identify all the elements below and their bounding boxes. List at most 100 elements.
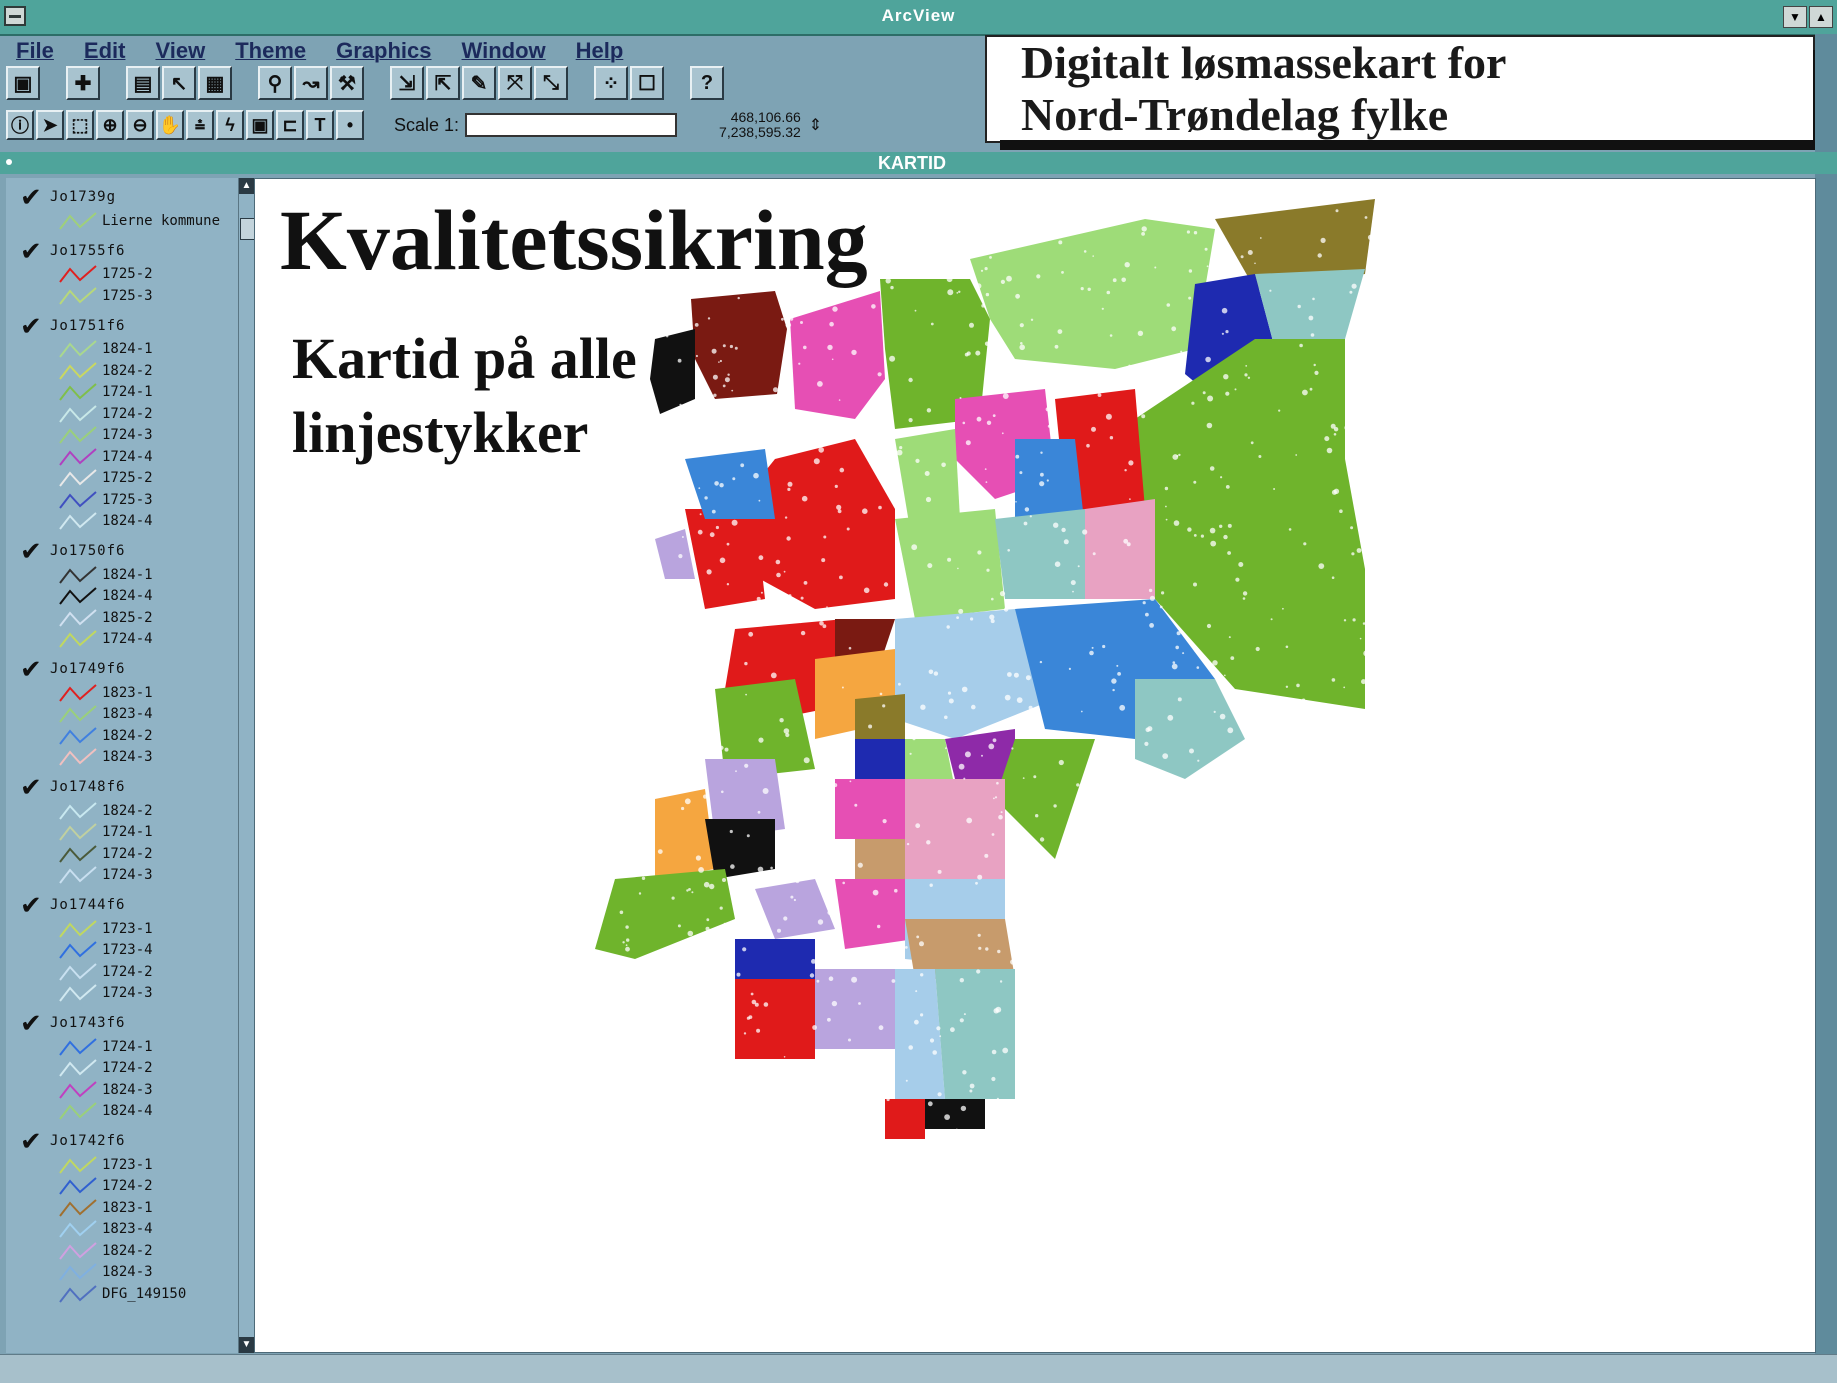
scroll-down-icon[interactable]: ▼: [239, 1337, 254, 1353]
maximize-icon[interactable]: ▲: [1809, 6, 1833, 28]
legend-label: 1724-3: [102, 427, 153, 444]
edit-legend-icon[interactable]: ↖: [162, 66, 196, 100]
line-symbol-icon: [59, 630, 97, 648]
legend-label: 1724-1: [102, 1038, 153, 1055]
theme-entry[interactable]: ✔ Jo1744f6 1723-1 1723-4 1724-2 1724-3: [6, 892, 238, 1004]
pointer-icon[interactable]: ➤: [36, 110, 64, 140]
theme-visibility-checkbox[interactable]: ✔: [20, 656, 48, 682]
line-symbol-icon: [59, 608, 97, 627]
scale-input[interactable]: [465, 113, 678, 137]
theme-entry[interactable]: ✔ Jo1749f6 1823-1 1823-4 1824-2 1824-3: [6, 656, 238, 768]
legend-entry: DFG_149150: [6, 1283, 238, 1305]
line-symbol-icon: [59, 705, 97, 723]
theme-visibility-checkbox[interactable]: ✔: [20, 1010, 48, 1036]
clear-selection-icon[interactable]: ☐: [630, 66, 664, 100]
status-bar: [0, 1354, 1837, 1383]
theme-visibility-checkbox[interactable]: ✔: [20, 538, 48, 564]
theme-entry[interactable]: ✔ Jo1742f6 1723-1 1724-2 1823-1 1823-4 1824-2 1…: [6, 1128, 238, 1305]
coordinate-units-icon[interactable]: ⇕: [809, 115, 822, 135]
menu-window[interactable]: Window: [446, 36, 560, 66]
theme-visibility-checkbox[interactable]: ✔: [20, 892, 48, 918]
menu-help[interactable]: Help: [560, 36, 638, 66]
line-symbol-icon: [59, 1059, 97, 1077]
menu-file[interactable]: File: [0, 36, 68, 66]
theme-header[interactable]: ✔ Jo1749f6: [6, 656, 238, 682]
theme-header[interactable]: ✔ Jo1755f6: [6, 238, 238, 264]
theme-visibility-checkbox[interactable]: ✔: [20, 1128, 48, 1154]
theme-header[interactable]: ✔ Jo1742f6: [6, 1128, 238, 1154]
zoom-out-icon[interactable]: ⤡: [534, 66, 568, 100]
line-symbol-icon: [59, 383, 97, 401]
menu-view[interactable]: View: [139, 36, 219, 66]
line-symbol-icon: [59, 1080, 97, 1099]
label-tool-icon[interactable]: ⊏: [276, 110, 304, 140]
scroll-thumb[interactable]: [240, 218, 255, 240]
measure-icon[interactable]: ⩮: [186, 110, 214, 140]
view-menu-icon[interactable]: [6, 159, 12, 165]
zoom-to-active-themes-icon[interactable]: ⇱: [426, 66, 460, 100]
theme-entry[interactable]: ✔ Jo1750f6 1824-1 1824-4 1825-2 1724-4: [6, 538, 238, 650]
add-theme-icon[interactable]: ✚: [66, 66, 100, 100]
theme-header[interactable]: ✔ Jo1751f6: [6, 313, 238, 339]
legend-label: 1724-4: [102, 631, 153, 648]
minimize-icon[interactable]: ▼: [1783, 6, 1807, 28]
coord-x: 468,106.66: [730, 109, 801, 125]
legend-entry: 1824-2: [6, 800, 238, 822]
theme-header[interactable]: ✔ Jo1743f6: [6, 1010, 238, 1036]
help-icon[interactable]: ?: [690, 66, 724, 100]
theme-header[interactable]: ✔ Jo1744f6: [6, 892, 238, 918]
line-symbol-icon: [59, 340, 97, 358]
map-zone-pink: [835, 879, 915, 949]
map-zone-rose: [1085, 499, 1155, 599]
theme-name: Jo1749f6: [50, 661, 126, 677]
theme-properties-icon[interactable]: ▤: [126, 66, 160, 100]
zoom-in-icon[interactable]: ⤧: [498, 66, 532, 100]
line-symbol-icon: [59, 984, 97, 1002]
theme-header[interactable]: ✔ Jo1750f6: [6, 538, 238, 564]
theme-entry[interactable]: ✔ Jo1755f6 1725-2 1725-3: [6, 238, 238, 307]
theme-visibility-checkbox[interactable]: ✔: [20, 238, 48, 264]
zoom-out-tool-icon[interactable]: ⊖: [126, 110, 154, 140]
map-zone-pink: [790, 291, 885, 419]
theme-entry[interactable]: ✔ Jo1743f6 1724-1 1724-2 1824-3 1824-4: [6, 1010, 238, 1122]
save-icon[interactable]: ▣: [6, 66, 40, 100]
line-symbol-icon: [59, 1102, 97, 1120]
window-controls: ▼ ▲: [1783, 6, 1833, 28]
zoom-to-full-extent-icon[interactable]: ⇲: [390, 66, 424, 100]
map-zone-black: [925, 1099, 985, 1129]
zoom-in-tool-icon[interactable]: ⊕: [96, 110, 124, 140]
open-table-icon[interactable]: ▦: [198, 66, 232, 100]
theme-header[interactable]: ✔ Jo1748f6: [6, 774, 238, 800]
legend-label: 1823-4: [102, 1221, 153, 1238]
legend-label: 1824-1: [102, 566, 153, 583]
toc-scrollbar[interactable]: ▲ ▼: [238, 178, 255, 1353]
line-symbol-icon: [59, 919, 97, 938]
hot-link-icon[interactable]: ϟ: [216, 110, 244, 140]
legend-label: 1724-2: [102, 963, 153, 980]
line-symbol-icon: [59, 265, 97, 283]
locate-address-icon[interactable]: ↝: [294, 66, 328, 100]
theme-entry[interactable]: ✔ Jo1748f6 1824-2 1724-1 1724-2 1724-3: [6, 774, 238, 886]
find-icon[interactable]: ⚲: [258, 66, 292, 100]
theme-visibility-checkbox[interactable]: ✔: [20, 313, 48, 339]
legend-label: 1724-2: [102, 1060, 153, 1077]
pan-hand-icon[interactable]: ✋: [156, 110, 184, 140]
theme-visibility-checkbox[interactable]: ✔: [20, 774, 48, 800]
theme-visibility-checkbox[interactable]: ✔: [20, 184, 48, 210]
scroll-up-icon[interactable]: ▲: [239, 178, 254, 194]
zoom-to-selected-icon[interactable]: ✎: [462, 66, 496, 100]
select-features-icon[interactable]: ⁘: [594, 66, 628, 100]
theme-entry[interactable]: ✔ Jo1751f6 1824-1 1824-2 1724-1 1724-2 1724-3 1…: [6, 313, 238, 533]
area-of-interest-icon[interactable]: ▣: [246, 110, 274, 140]
table-of-contents: ✔ Jo1739g Lierne kommune ✔ Jo1755f6 1725-2 172…: [6, 178, 238, 1353]
menu-graphics[interactable]: Graphics: [320, 36, 445, 66]
menu-edit[interactable]: Edit: [68, 36, 140, 66]
theme-header[interactable]: ✔ Jo1739g: [6, 184, 238, 210]
draw-point-icon[interactable]: •: [336, 110, 364, 140]
identify-icon[interactable]: ⓘ: [6, 110, 34, 140]
theme-entry[interactable]: ✔ Jo1739g Lierne kommune: [6, 184, 238, 232]
vertex-edit-icon[interactable]: ⬚: [66, 110, 94, 140]
menu-theme[interactable]: Theme: [219, 36, 320, 66]
text-tool-icon[interactable]: T: [306, 110, 334, 140]
query-builder-icon[interactable]: ⚒: [330, 66, 364, 100]
